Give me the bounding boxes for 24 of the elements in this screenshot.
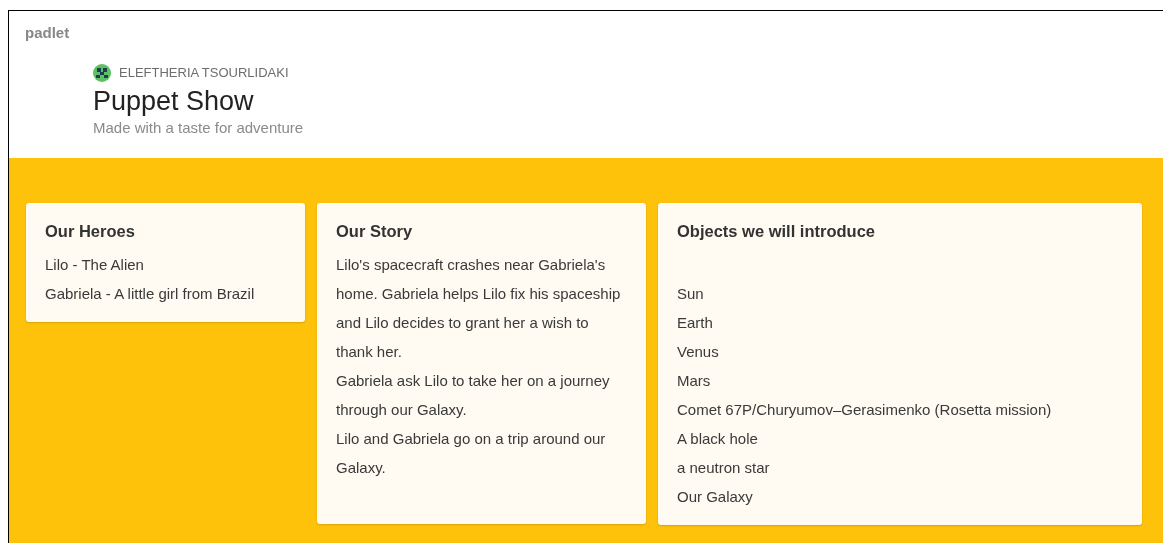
brand-logo[interactable]: padlet xyxy=(25,22,70,45)
post-text: Lilo's spacecraft crashes near Gabriela's home. Gabriela helps Lilo fix his spaceship and Lilo decides to grant her a wish to thank her. xyxy=(336,254,622,362)
post-text: a neutron star xyxy=(677,457,771,478)
post-text: Gabriela ask Lilo to take her on a journey through our Galaxy. xyxy=(336,370,611,420)
post-title: Our Heroes xyxy=(45,221,136,242)
post-text: Comet 67P/Churyumov–Gerasimenko (Rosetta mission) xyxy=(677,399,1053,420)
post-text: Gabriela - A little girl from Brazil xyxy=(45,283,256,304)
wall-title: Puppet Show xyxy=(93,84,255,117)
post-card[interactable] xyxy=(317,203,646,524)
post-card[interactable]: Our Heroes Lilo - The Alien Gabriela - A little girl from Brazil xyxy=(26,203,305,322)
post-card[interactable]: Objects we will introduce Sun Earth Venus Mars Comet 67P/Churyumov–Gerasimenko (Rosetta mission) A black hole a neutron star Our Galaxy xyxy=(658,203,1142,525)
post-text: Mars xyxy=(677,370,712,391)
post-text: Earth xyxy=(677,312,714,333)
post-text: Our Galaxy xyxy=(677,486,754,507)
post-text: A black hole xyxy=(677,428,759,449)
post-title: Our Story xyxy=(336,221,414,242)
post-text: Lilo and Gabriela go on a trip around our Galaxy. xyxy=(336,428,607,478)
avatar-icon xyxy=(93,63,111,82)
wall-description: Made with a taste for adventure xyxy=(93,117,305,138)
post-text: Sun xyxy=(677,283,705,304)
post-text: Lilo - The Alien xyxy=(45,254,145,275)
post-title: Objects we will introduce xyxy=(677,221,877,242)
author-name[interactable]: ELEFTHERIA TSOURLIDAKI xyxy=(119,63,289,83)
post-text: Venus xyxy=(677,341,720,362)
